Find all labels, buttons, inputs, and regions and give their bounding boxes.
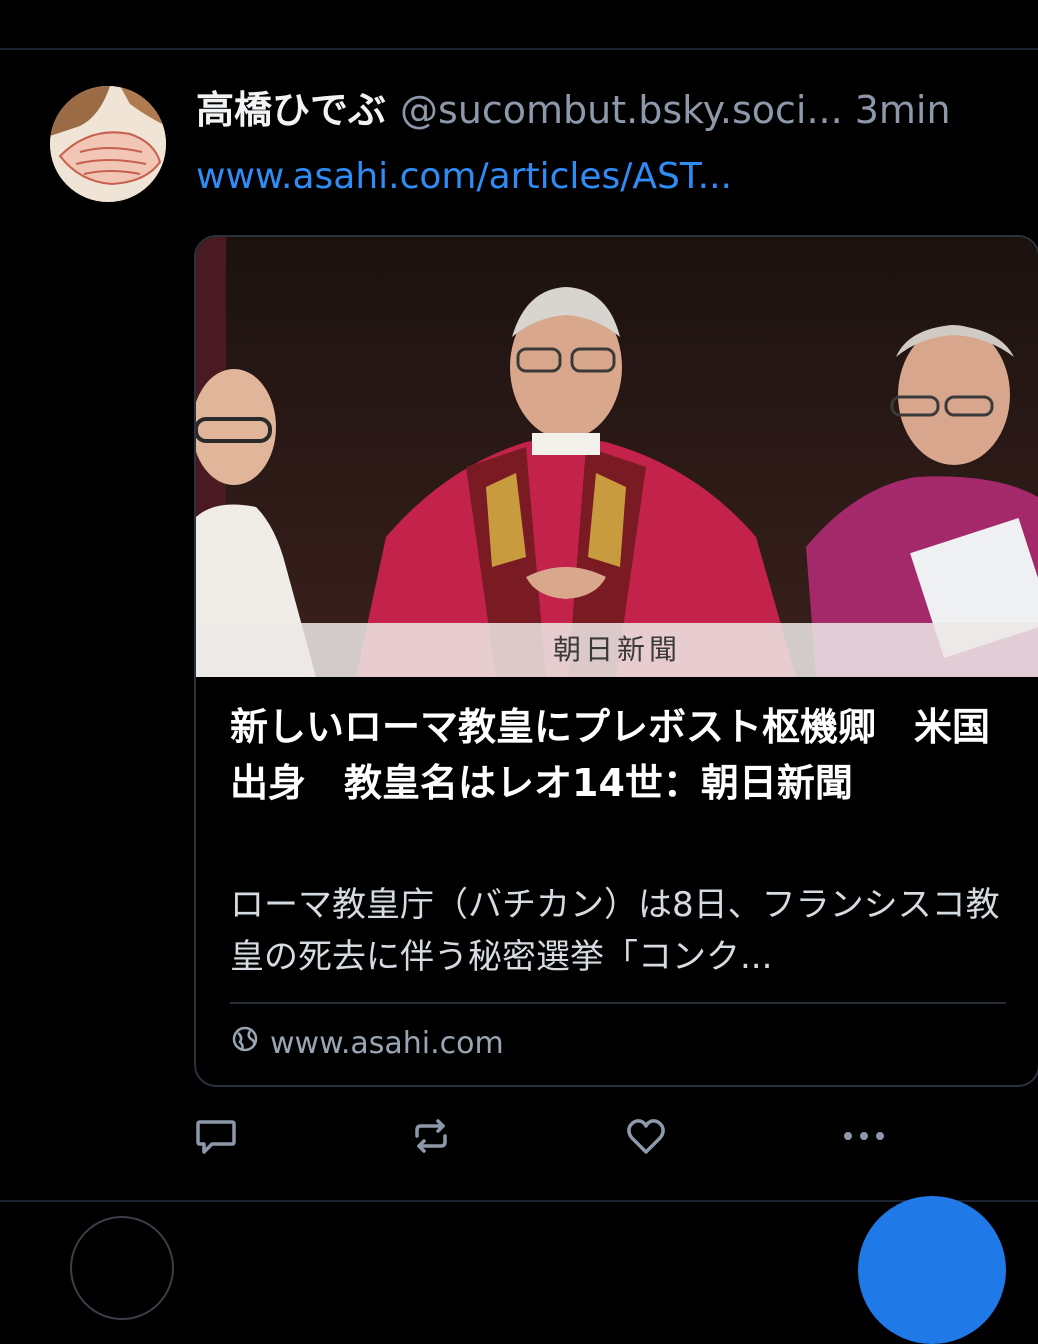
post-header: 高橋ひでぶ @sucombut.bsky.soci... 3min [196,84,1038,136]
previous-repost-icon[interactable] [405,0,445,8]
globe-icon [230,1024,260,1062]
repost-button[interactable] [407,1114,455,1162]
next-post-avatar[interactable] [70,1216,174,1320]
link-preview-card[interactable]: 朝日新聞 新しいローマ教皇にプレボスト枢機卿 米国出身 教皇名はレオ14世：朝日… [194,235,1038,1087]
reply-button[interactable] [192,1114,240,1162]
avatar[interactable] [50,86,166,202]
card-domain: www.asahi.com [270,1025,504,1061]
previous-post-action-bar [0,0,1038,50]
repost-icon [409,1114,453,1162]
reply-icon [194,1114,238,1162]
more-icon [840,1114,888,1162]
card-description[interactable]: ローマ教皇庁（バチカン）は8日、フランシスコ教皇の死去に伴う秘密選挙「コンク..… [230,879,1010,983]
previous-like-icon[interactable] [630,0,670,8]
post[interactable]: 高橋ひでぶ @sucombut.bsky.soci... 3min www.asah… [0,50,1038,1202]
post-link[interactable]: www.asahi.com/articles/AST... [196,152,732,202]
image-watermark: 朝日新聞 [552,633,681,666]
author-handle[interactable]: @sucombut.bsky.soci... [400,88,843,132]
like-icon [624,1114,668,1162]
post-action-bar [0,1114,1038,1164]
card-title[interactable]: 新しいローマ教皇にプレボスト枢機卿 米国出身 教皇名はレオ14世：朝日新聞 [230,699,1010,811]
like-button[interactable] [622,1114,670,1162]
card-image: 朝日新聞 [196,237,1038,677]
post-time[interactable]: 3min [855,88,951,132]
card-divider [230,1002,1006,1004]
previous-reply-icon[interactable] [196,0,236,8]
compose-button[interactable] [858,1196,1006,1344]
author-name[interactable]: 高橋ひでぶ [196,88,386,132]
card-domain-row[interactable]: www.asahi.com [230,1023,504,1063]
more-options-button[interactable] [840,1114,888,1162]
